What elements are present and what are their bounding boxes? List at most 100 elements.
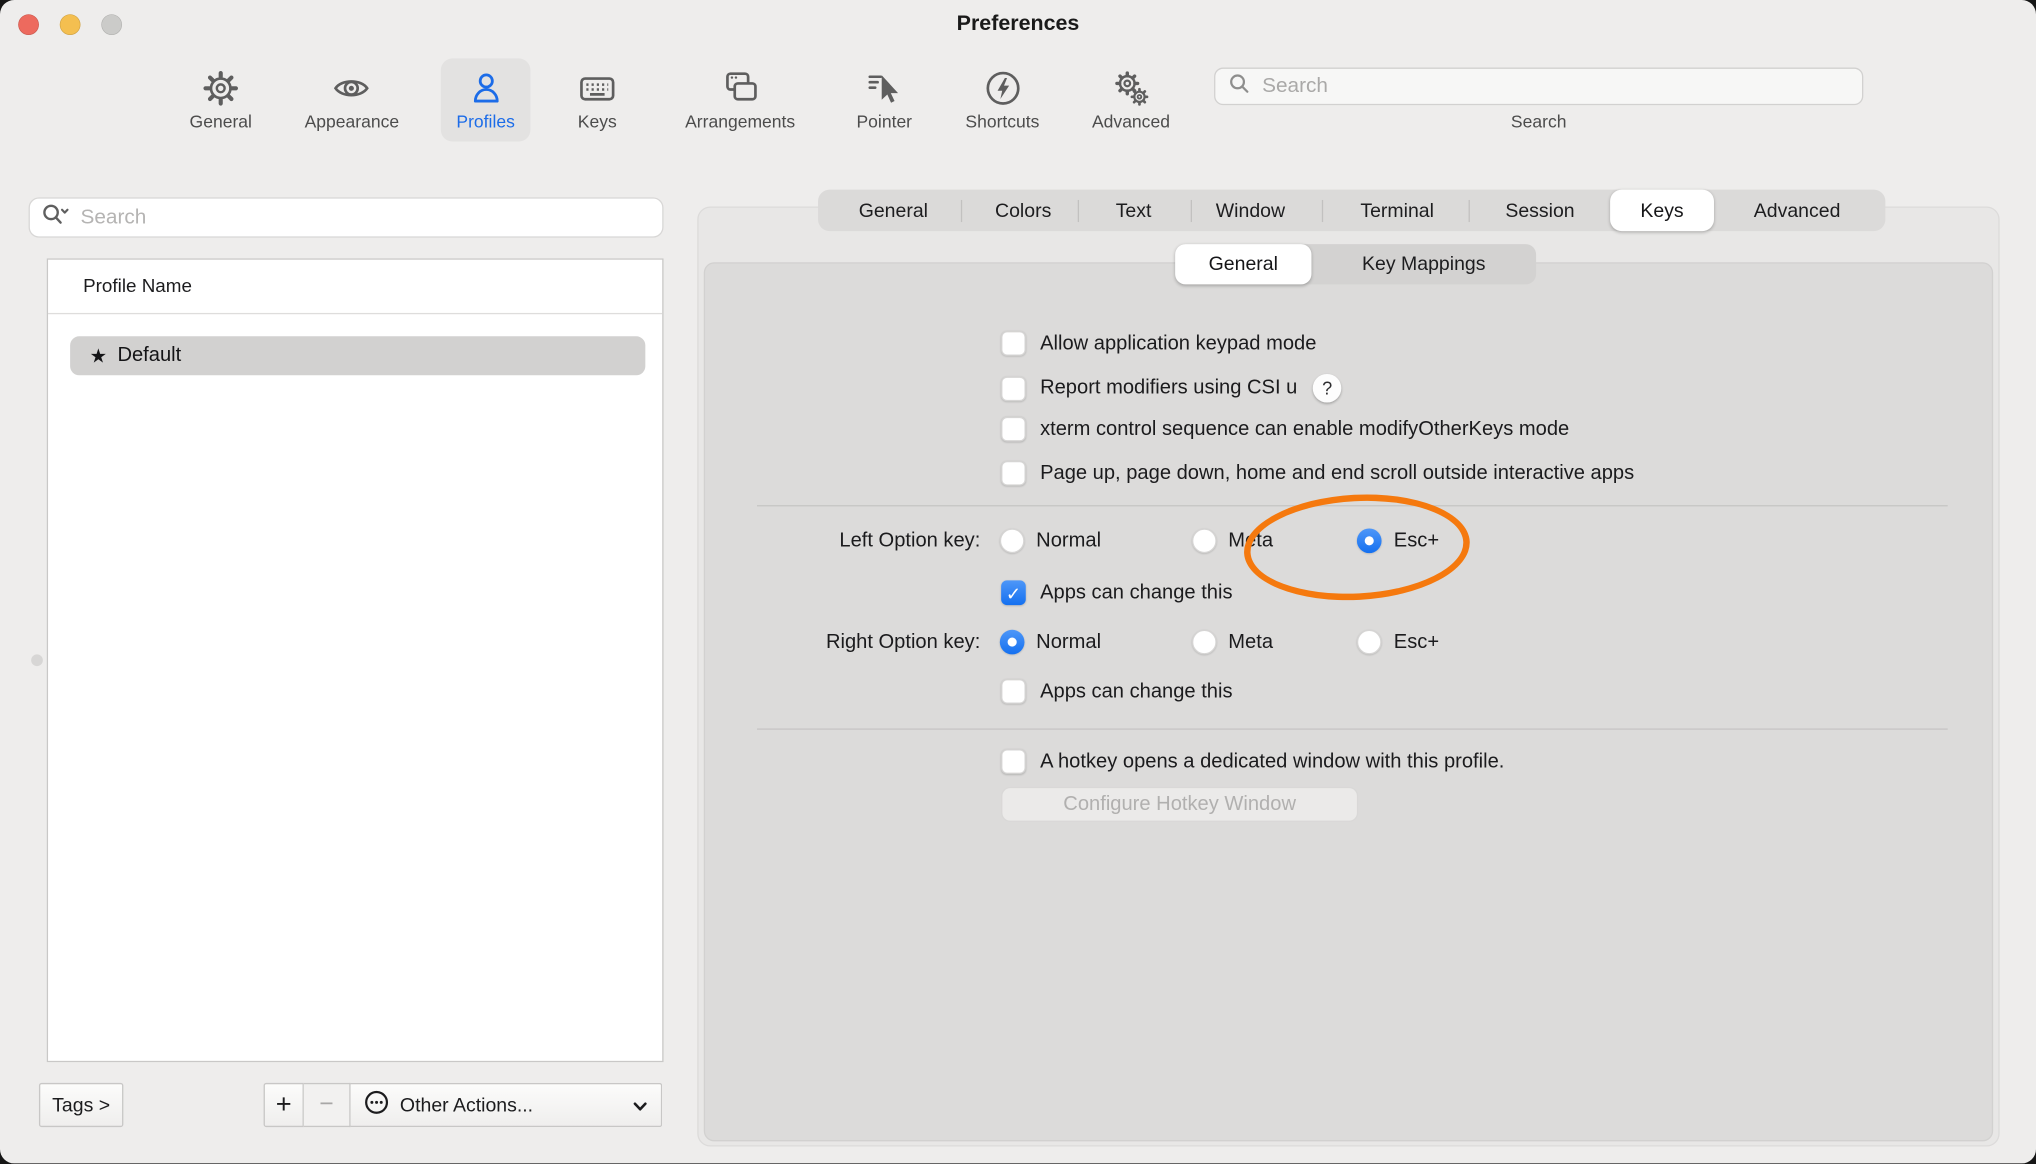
row-apps-can-change-left: ✓ Apps can change this xyxy=(1001,580,1232,605)
minus-icon: − xyxy=(319,1091,333,1120)
cursor-icon xyxy=(865,69,904,108)
profile-list-header: Profile Name xyxy=(83,260,192,313)
other-actions-label: Other Actions... xyxy=(400,1094,533,1116)
profile-search-field[interactable] xyxy=(29,197,664,237)
gear-icon xyxy=(201,69,240,108)
add-profile-button[interactable]: + xyxy=(264,1083,304,1127)
tab-advanced[interactable]: Advanced xyxy=(1706,190,1888,232)
toolbar-label-profiles: Profiles xyxy=(456,112,514,131)
right-option-radios: Normal Meta Esc+ xyxy=(1000,630,1439,655)
toolbar-item-arrangements[interactable]: Arrangements xyxy=(669,58,810,141)
profile-list: Profile Name ★ Default xyxy=(47,258,664,1062)
search-icon xyxy=(1228,72,1250,101)
toolbar-item-profiles[interactable]: Profiles xyxy=(441,58,531,141)
row-apps-can-change-right: Apps can change this xyxy=(1001,679,1232,704)
radio-left-esc-selected[interactable] xyxy=(1357,528,1382,553)
keys-subtab-bar: General Key Mappings xyxy=(1175,244,1536,284)
tags-button-label: Tags > xyxy=(52,1094,110,1116)
toolbar-label-arrangements: Arrangements xyxy=(685,112,795,131)
checkbox-keypad-mode[interactable] xyxy=(1001,331,1026,356)
toolbar-item-keys[interactable]: Keys xyxy=(562,58,632,141)
check-icon: ✓ xyxy=(1006,584,1021,602)
toolbar-label-advanced: Advanced xyxy=(1092,112,1170,131)
toolbar-label-shortcuts: Shortcuts xyxy=(965,112,1039,131)
profile-row-default[interactable]: ★ Default xyxy=(70,336,645,375)
section-divider xyxy=(757,728,1948,729)
windows-icon xyxy=(721,69,760,108)
radio-label-meta: Meta xyxy=(1228,630,1273,653)
section-divider xyxy=(757,505,1948,506)
radio-label-normal: Normal xyxy=(1036,529,1101,552)
person-icon xyxy=(466,69,505,108)
radio-left-normal[interactable] xyxy=(1000,528,1025,553)
plus-icon: + xyxy=(276,1089,292,1120)
header-divider xyxy=(48,313,662,314)
toolbar-item-general[interactable]: General xyxy=(174,58,268,141)
toolbar-item-shortcuts[interactable]: Shortcuts xyxy=(950,58,1055,141)
checkbox-apps-change-left-checked[interactable]: ✓ xyxy=(1001,580,1026,605)
radio-right-normal-selected[interactable] xyxy=(1000,630,1025,655)
row-page-scroll: Page up, page down, home and end scroll … xyxy=(1001,461,1634,486)
profile-name: Default xyxy=(117,344,181,367)
checkbox-label: Apps can change this xyxy=(1040,581,1232,604)
chevron-down-icon xyxy=(631,1097,649,1120)
checkbox-apps-change-right[interactable] xyxy=(1001,679,1026,704)
splitter-dot[interactable] xyxy=(31,654,43,666)
configure-hotkey-window-button[interactable]: Configure Hotkey Window xyxy=(1001,787,1358,822)
profile-search-input[interactable] xyxy=(78,205,651,231)
radio-label-normal: Normal xyxy=(1036,630,1101,653)
checkbox-csi-u[interactable] xyxy=(1001,376,1026,401)
toolbar-label-keys: Keys xyxy=(578,112,617,131)
checkbox-label: xterm control sequence can enable modify… xyxy=(1040,417,1569,440)
toolbar-label-general: General xyxy=(190,112,252,131)
radio-label-esc: Esc+ xyxy=(1394,529,1439,552)
checkbox-page-scroll[interactable] xyxy=(1001,461,1026,486)
radio-label-meta: Meta xyxy=(1228,529,1273,552)
profile-tabbar: General Colors Text Window Terminal Sess… xyxy=(818,190,1885,232)
profile-actions-group: + − Other Actions... xyxy=(264,1083,663,1127)
screen: Preferences General Appearance xyxy=(0,0,2036,1163)
toolbar-item-pointer[interactable]: Pointer xyxy=(841,58,928,141)
toolbar-label-pointer: Pointer xyxy=(856,112,912,131)
star-icon: ★ xyxy=(90,344,107,367)
subtab-general-selected[interactable]: General xyxy=(1175,244,1311,284)
toolbar-search-caption: Search xyxy=(1409,112,1669,131)
radio-right-meta[interactable] xyxy=(1192,630,1217,655)
tab-session[interactable]: Session xyxy=(1449,190,1631,232)
tab-keys-selected[interactable]: Keys xyxy=(1610,190,1714,232)
right-option-key-label: Right Option key: xyxy=(695,631,981,654)
eye-icon xyxy=(332,69,371,108)
toolbar-item-appearance[interactable]: Appearance xyxy=(289,58,415,141)
checkbox-label: Page up, page down, home and end scroll … xyxy=(1040,462,1634,485)
row-keypad-mode: Allow application keypad mode xyxy=(1001,331,1316,356)
tags-button[interactable]: Tags > xyxy=(39,1083,123,1127)
toolbar-search-input[interactable] xyxy=(1260,73,1850,99)
toolbar-label-appearance: Appearance xyxy=(305,112,400,131)
keyboard-icon xyxy=(578,69,617,108)
double-gear-icon xyxy=(1111,69,1150,108)
subtab-key-mappings[interactable]: Key Mappings xyxy=(1311,244,1536,284)
toolbar-search-field[interactable] xyxy=(1214,68,1863,106)
other-actions-dropdown[interactable]: Other Actions... xyxy=(351,1083,663,1127)
left-option-radios: Normal Meta Esc+ xyxy=(1000,528,1439,553)
checkbox-modify-other-keys[interactable] xyxy=(1001,417,1026,442)
checkbox-hotkey-window[interactable] xyxy=(1001,749,1026,774)
row-csi-u: Report modifiers using CSI u ? xyxy=(1001,374,1341,403)
row-modify-other-keys: xterm control sequence can enable modify… xyxy=(1001,417,1569,442)
preferences-window: Preferences General Appearance xyxy=(0,0,2036,1163)
checkbox-label: Apps can change this xyxy=(1040,680,1232,703)
radio-label-esc: Esc+ xyxy=(1394,630,1439,653)
checkbox-label: Allow application keypad mode xyxy=(1040,332,1316,355)
remove-profile-button[interactable]: − xyxy=(304,1083,351,1127)
checkbox-label: A hotkey opens a dedicated window with t… xyxy=(1040,750,1504,773)
left-option-key-label: Left Option key: xyxy=(695,530,981,553)
ellipsis-circle-icon xyxy=(364,1089,390,1120)
toolbar-item-advanced[interactable]: Advanced xyxy=(1076,58,1185,141)
radio-right-esc[interactable] xyxy=(1357,630,1382,655)
search-scope-icon xyxy=(42,201,71,233)
lightning-icon xyxy=(983,69,1022,108)
help-button[interactable]: ? xyxy=(1313,374,1342,403)
radio-left-meta[interactable] xyxy=(1192,528,1217,553)
checkbox-label: Report modifiers using CSI u xyxy=(1040,377,1297,400)
row-hotkey: A hotkey opens a dedicated window with t… xyxy=(1001,749,1504,774)
